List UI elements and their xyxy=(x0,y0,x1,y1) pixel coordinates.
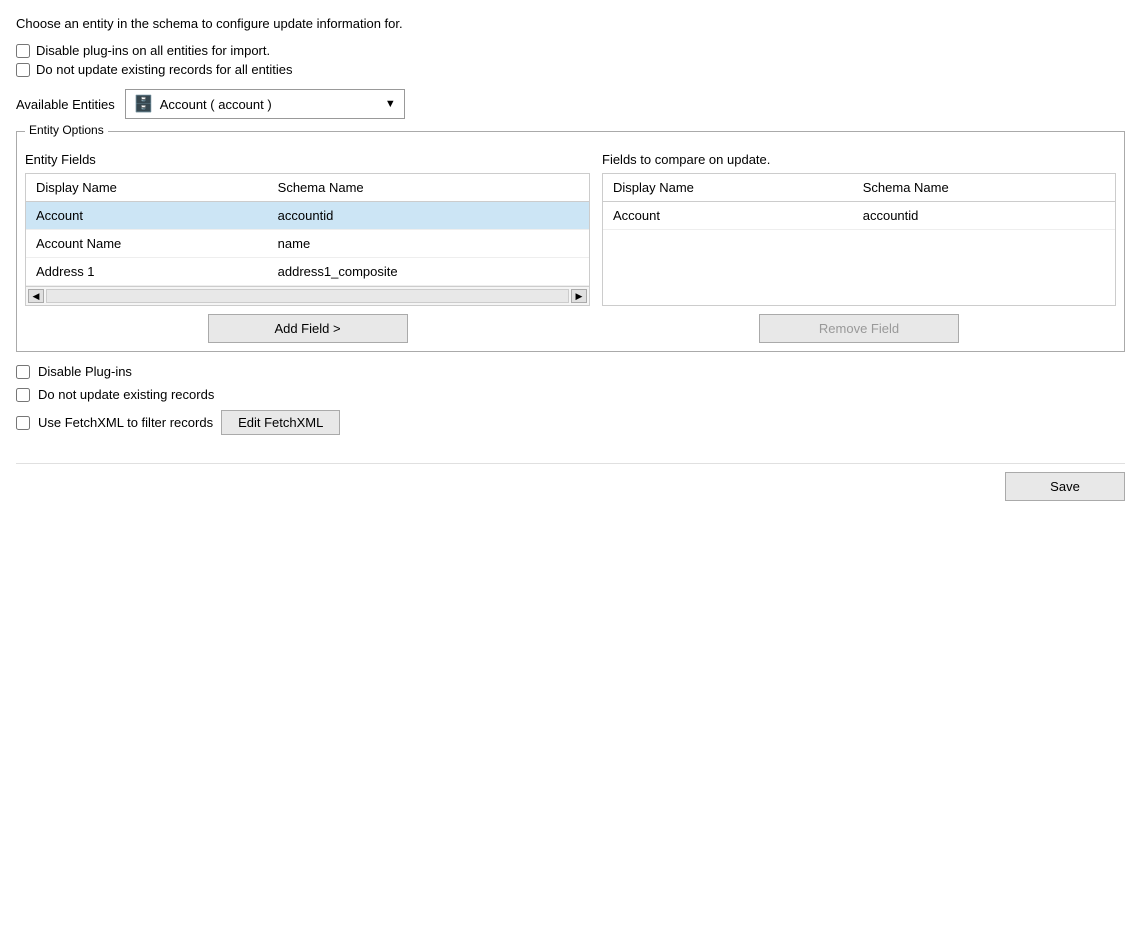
available-entities-row: Available Entities 🗄️ Account ( account … xyxy=(16,89,1125,119)
left-scroll-right-btn[interactable]: ▶ xyxy=(571,289,587,303)
intro-text: Choose an entity in the schema to config… xyxy=(16,16,1125,31)
right-table-scroll[interactable]: Display Name Schema Name Account account… xyxy=(603,174,1115,230)
left-scroll-track[interactable] xyxy=(46,289,569,303)
add-field-button[interactable]: Add Field > xyxy=(208,314,408,343)
fetchxml-row: Use FetchXML to filter records Edit Fetc… xyxy=(16,410,1125,435)
no-update-label: Do not update existing records xyxy=(38,387,214,402)
right-col-display: Display Name xyxy=(603,174,853,202)
left-table-row[interactable]: Account Name name xyxy=(26,230,589,258)
disable-plugins-row: Disable Plug-ins xyxy=(16,364,1125,379)
no-update-all-row: Do not update existing records for all e… xyxy=(16,62,1125,77)
remove-field-button[interactable]: Remove Field xyxy=(759,314,959,343)
entity-dropdown[interactable]: 🗄️ Account ( account ) ▼ xyxy=(125,89,405,119)
fetchxml-label: Use FetchXML to filter records xyxy=(38,415,213,430)
right-schema-name: accountid xyxy=(853,202,1115,230)
chevron-down-icon: ▼ xyxy=(385,98,396,110)
left-schema-name: accountid xyxy=(268,202,589,230)
left-panel: Entity Fields Display Name Schema Name A… xyxy=(25,152,590,343)
entity-options-legend: Entity Options xyxy=(25,123,108,137)
left-display-name: Account Name xyxy=(26,230,268,258)
db-icon: 🗄️ xyxy=(134,94,154,114)
entity-dropdown-value: Account ( account ) xyxy=(160,97,379,112)
edit-fetchxml-button[interactable]: Edit FetchXML xyxy=(221,410,340,435)
no-update-checkbox[interactable] xyxy=(16,388,30,402)
fetchxml-checkbox[interactable] xyxy=(16,416,30,430)
right-display-name: Account xyxy=(603,202,853,230)
right-table-header-row: Display Name Schema Name xyxy=(603,174,1115,202)
left-schema-name: address1_composite xyxy=(268,258,589,286)
save-button[interactable]: Save xyxy=(1005,472,1125,501)
no-update-all-label: Do not update existing records for all e… xyxy=(36,62,293,77)
footer: Save xyxy=(16,463,1125,501)
disable-plugins-checkbox[interactable] xyxy=(16,365,30,379)
left-col-display: Display Name xyxy=(26,174,268,202)
remove-field-row: Remove Field xyxy=(602,314,1116,343)
left-scrollbar-row: ◀ ▶ xyxy=(25,287,590,306)
left-col-schema: Schema Name xyxy=(268,174,589,202)
left-table-header-row: Display Name Schema Name xyxy=(26,174,589,202)
disable-plugins-global-label: Disable plug-ins on all entities for imp… xyxy=(36,43,270,58)
right-table-wrapper: Display Name Schema Name Account account… xyxy=(602,173,1116,306)
right-table: Display Name Schema Name Account account… xyxy=(603,174,1115,230)
left-display-name: Address 1 xyxy=(26,258,268,286)
fields-container: Entity Fields Display Name Schema Name A… xyxy=(25,152,1116,343)
disable-plugins-global-checkbox[interactable] xyxy=(16,44,30,58)
left-scroll-left-btn[interactable]: ◀ xyxy=(28,289,44,303)
disable-plugins-label: Disable Plug-ins xyxy=(38,364,132,379)
entity-options-group: Entity Options Entity Fields Display Nam… xyxy=(16,131,1125,352)
left-table-wrapper: Display Name Schema Name Account account… xyxy=(25,173,590,287)
right-panel: Fields to compare on update. Display Nam… xyxy=(602,152,1116,343)
no-update-all-checkbox[interactable] xyxy=(16,63,30,77)
left-panel-label: Entity Fields xyxy=(25,152,590,167)
right-col-schema: Schema Name xyxy=(853,174,1115,202)
add-field-row: Add Field > xyxy=(25,314,590,343)
left-table-row[interactable]: Account accountid xyxy=(26,202,589,230)
entities-label: Available Entities xyxy=(16,97,115,112)
no-update-row: Do not update existing records xyxy=(16,387,1125,402)
right-table-row[interactable]: Account accountid xyxy=(603,202,1115,230)
left-table-row[interactable]: Address 1 address1_composite xyxy=(26,258,589,286)
right-panel-label: Fields to compare on update. xyxy=(602,152,1116,167)
left-display-name: Account xyxy=(26,202,268,230)
left-table-scroll[interactable]: Display Name Schema Name Account account… xyxy=(26,174,589,286)
left-table: Display Name Schema Name Account account… xyxy=(26,174,589,286)
disable-plugins-global-row: Disable plug-ins on all entities for imp… xyxy=(16,43,1125,58)
bottom-options: Disable Plug-ins Do not update existing … xyxy=(16,364,1125,439)
left-schema-name: name xyxy=(268,230,589,258)
